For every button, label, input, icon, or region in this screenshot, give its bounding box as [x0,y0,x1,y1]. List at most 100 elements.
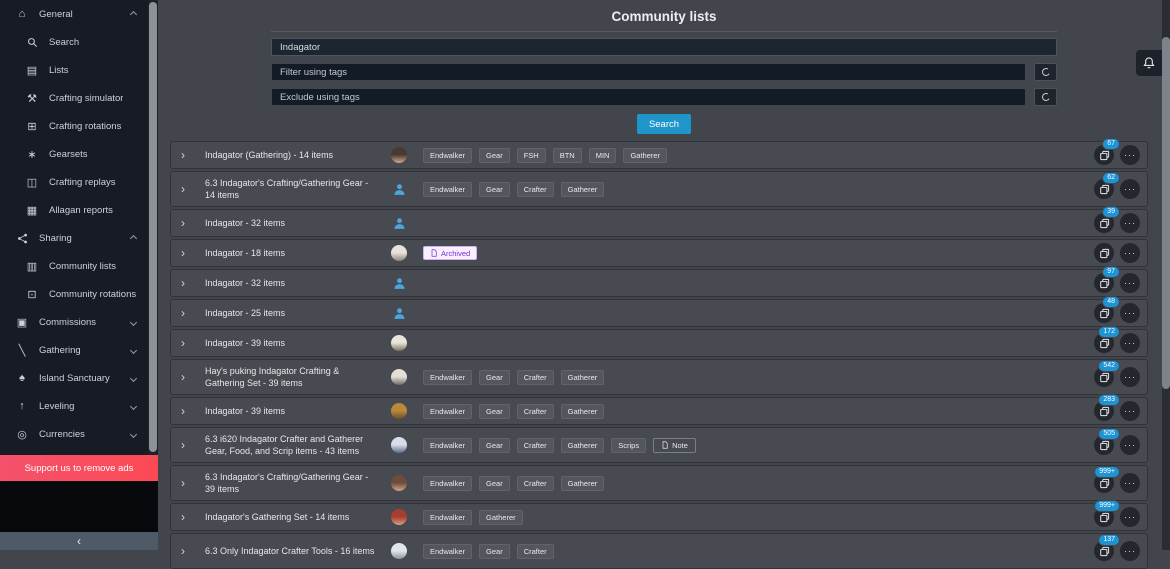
sidebar-item-crafting-replays[interactable]: ◫ Crafting replays [0,168,148,196]
sidebar-item-allagan-reports[interactable]: ▦ Allagan reports [0,196,148,224]
sidebar-item-gathering[interactable]: ╲ Gathering [0,336,148,364]
expand-chevron-icon[interactable]: › [181,148,197,162]
reports-icon: ▦ [24,204,40,217]
list-row[interactable]: › Indagator - 18 items Archived ··· [170,239,1148,267]
avatar [391,403,407,419]
import-list-button[interactable]: 67 [1094,145,1114,165]
filter-tags-select[interactable] [271,63,1026,81]
list-row[interactable]: › Indagator - 32 items 97 ··· [170,269,1148,297]
more-options-button[interactable]: ··· [1120,473,1140,493]
sidebar-section-general[interactable]: ⌂ General [0,0,148,28]
expand-chevron-icon[interactable]: › [181,370,197,384]
list-row[interactable]: › Indagator's Gathering Set - 14 items E… [170,503,1148,531]
row-actions: 67 ··· [1094,145,1140,165]
tag: BTN [553,148,582,163]
sidebar-item-lists[interactable]: ▤ Lists [0,56,148,84]
avatar [391,509,407,525]
sidebar-section-sharing[interactable]: Sharing [0,224,148,252]
main-scrollbar-thumb[interactable] [1162,37,1170,389]
list-row[interactable]: › 6.3 Indagator's Crafting/Gathering Gea… [170,171,1148,207]
sidebar-item-gearsets[interactable]: ∗ Gearsets [0,140,148,168]
import-list-button[interactable]: 62 [1094,179,1114,199]
list-row[interactable]: › Hay's puking Indagator Crafting & Gath… [170,359,1148,395]
refresh-icon [1041,67,1051,77]
import-list-button[interactable]: 97 [1094,273,1114,293]
import-list-button[interactable]: 48 [1094,303,1114,323]
list-title: 6.3 Only Indagator Crafter Tools - 16 it… [205,545,377,557]
list-row[interactable]: › 6.3 Indagator's Crafting/Gathering Gea… [170,465,1148,501]
expand-chevron-icon[interactable]: › [181,216,197,230]
list-name-input[interactable] [271,38,1057,56]
import-list-button[interactable]: 999+ [1094,507,1114,527]
list-row[interactable]: › Indagator - 39 items 172 ··· [170,329,1148,357]
expand-chevron-icon[interactable]: › [181,404,197,418]
import-list-button[interactable]: 542 [1094,367,1114,387]
sidebar-item-leveling[interactable]: ↑ Leveling [0,392,148,420]
support-us-banner[interactable]: Support us to remove ads [0,455,158,481]
list-row[interactable]: › Indagator (Gathering) - 14 items Endwa… [170,141,1148,169]
sidebar-item-community-rotations[interactable]: ⊡ Community rotations [0,280,148,308]
import-list-button[interactable]: 172 [1094,333,1114,353]
more-options-button[interactable]: ··· [1120,145,1140,165]
import-list-button[interactable]: 999+ [1094,473,1114,493]
more-options-button[interactable]: ··· [1120,333,1140,353]
expand-chevron-icon[interactable]: › [181,246,197,260]
more-options-button[interactable]: ··· [1120,507,1140,527]
sidebar-item-island-sanctuary[interactable]: ♠ Island Sanctuary [0,364,148,392]
import-count-badge: 999+ [1094,466,1120,478]
import-list-button[interactable]: 39 [1094,213,1114,233]
sidebar-item-search[interactable]: Search [0,28,148,56]
more-options-button[interactable]: ··· [1120,435,1140,455]
import-list-button[interactable]: 505 [1094,435,1114,455]
exclude-tags-select[interactable] [271,88,1026,106]
sidebar-collapse-button[interactable]: ‹ [0,532,158,550]
tag-list: Endwalker Gear Crafter Gatherer Scrips N… [423,438,696,453]
list-row[interactable]: › Indagator - 39 items Endwalker Gear Cr… [170,397,1148,425]
import-list-button[interactable]: 283 [1094,401,1114,421]
more-options-button[interactable]: ··· [1120,401,1140,421]
more-options-button[interactable]: ··· [1120,243,1140,263]
more-options-button[interactable]: ··· [1120,213,1140,233]
chevron-up-icon [130,234,137,241]
expand-chevron-icon[interactable]: › [181,544,197,558]
ellipsis-icon: ··· [1124,151,1136,160]
user-icon [393,217,406,230]
refresh-exclude-tags-button[interactable] [1034,88,1057,106]
more-options-button[interactable]: ··· [1120,303,1140,323]
more-options-button[interactable]: ··· [1120,541,1140,561]
sidebar-item-commissions[interactable]: ▣ Commissions [0,308,148,336]
expand-chevron-icon[interactable]: › [181,182,197,196]
search-button[interactable]: Search [637,114,691,134]
notifications-button[interactable] [1136,50,1162,76]
list-row[interactable]: › Indagator - 32 items 39 ··· [170,209,1148,237]
expand-chevron-icon[interactable]: › [181,510,197,524]
refresh-filter-tags-button[interactable] [1034,63,1057,81]
note-button[interactable]: Note [653,438,696,453]
tag-list: Endwalker Gear Crafter Gatherer [423,370,604,385]
avatar [391,543,407,559]
list-row[interactable]: › 6.3 i620 Indagator Crafter and Gathere… [170,427,1148,463]
sidebar-scrollbar-thumb[interactable] [149,2,157,452]
list-row[interactable]: › Indagator - 25 items 48 ··· [170,299,1148,327]
expand-chevron-icon[interactable]: › [181,276,197,290]
more-options-button[interactable]: ··· [1120,179,1140,199]
sidebar-item-currencies[interactable]: ◎ Currencies [0,420,148,448]
import-list-button[interactable]: 137 [1094,541,1114,561]
copy-icon [1099,150,1110,161]
main-scrollbar[interactable] [1162,0,1170,550]
expand-chevron-icon[interactable]: › [181,476,197,490]
row-actions: 137 ··· [1094,541,1140,561]
sidebar-item-community-lists[interactable]: ▥ Community lists [0,252,148,280]
expand-chevron-icon[interactable]: › [181,438,197,452]
copy-icon [1099,308,1110,319]
more-options-button[interactable]: ··· [1120,273,1140,293]
sidebar-item-crafting-simulator[interactable]: ⚒ Crafting simulator [0,84,148,112]
import-list-button[interactable] [1094,243,1114,263]
expand-chevron-icon[interactable]: › [181,336,197,350]
tag: Gear [479,476,510,491]
list-row[interactable]: › 6.3 Only Indagator Crafter Tools - 16 … [170,533,1148,569]
tag: Crafter [517,476,554,491]
sidebar-item-crafting-rotations[interactable]: ⊞ Crafting rotations [0,112,148,140]
expand-chevron-icon[interactable]: › [181,306,197,320]
more-options-button[interactable]: ··· [1120,367,1140,387]
